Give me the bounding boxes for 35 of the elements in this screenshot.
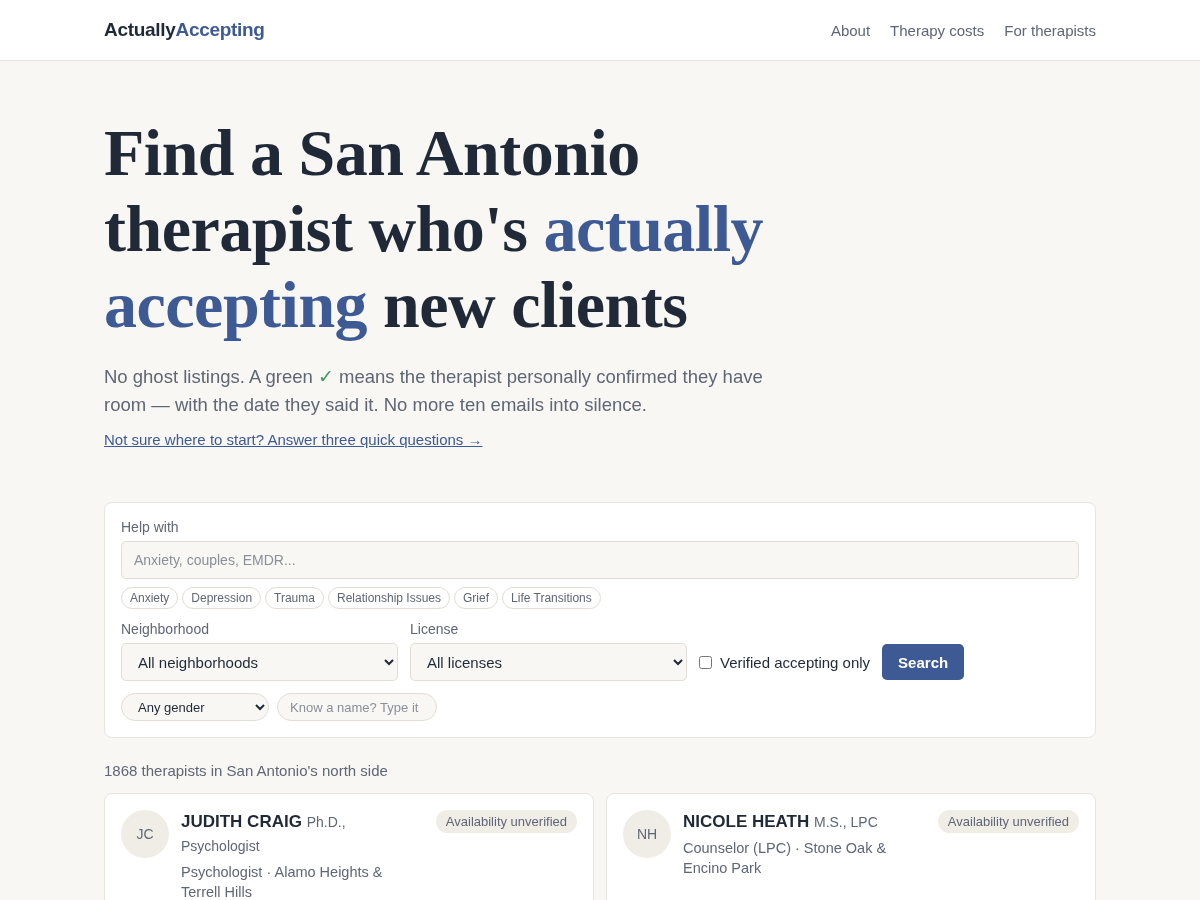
topic-chip[interactable]: Anxiety xyxy=(121,587,179,609)
topic-chip[interactable]: Grief xyxy=(454,587,499,609)
site-logo[interactable]: ActuallyAccepting xyxy=(104,19,265,41)
therapist-card[interactable]: NH NICOLE HEATH M.S., LPC Counselor (LPC) · Stone Oak & Encino Park Availability unverified xyxy=(606,793,1096,900)
field-label: License xyxy=(410,621,460,637)
search-button[interactable]: Search xyxy=(882,644,965,680)
dropdown[interactable]: All neighborhoods xyxy=(121,643,398,681)
topic-chip[interactable]: Depression xyxy=(182,587,262,609)
avatar-initials: JC xyxy=(121,810,169,858)
hero-heading: Find a San Antonio therapist who's actually accepting new clients xyxy=(104,115,765,343)
field-label: Neighborhood xyxy=(121,621,210,637)
nav-link[interactable]: For therapists xyxy=(1004,21,1096,39)
quiz-link[interactable]: Not sure where to start? Answer three quick questions → xyxy=(104,431,483,448)
therapist-details: Psychologist · Alamo Heights & Terrell Hills xyxy=(181,863,384,900)
intro-paragraph: No ghost listings. A green ✓ means the therapist personally confirmed they have room — with the date they said it. No more ten emails into silence. xyxy=(104,365,764,417)
dropdown[interactable]: All licenses xyxy=(410,643,687,681)
nav-link[interactable]: Therapy costs xyxy=(890,21,985,39)
availability-badge: Availability unverified xyxy=(435,810,577,833)
therapist-details: Counselor (LPC) · Stone Oak & Encino Park xyxy=(683,839,888,878)
help-field[interactable]: Anxiety, couples, EMDR... xyxy=(121,541,1079,579)
gender-dropdown[interactable]: Any gender xyxy=(121,693,269,721)
verified-checkbox[interactable] xyxy=(699,655,712,669)
availability-badge: Availability unverified xyxy=(937,810,1079,833)
nav-link[interactable]: About xyxy=(830,21,871,39)
results-count: 1868 therapists in San Antonio's north side xyxy=(104,762,389,779)
topic-chip[interactable]: Relationship Issues xyxy=(327,587,451,609)
field-label: Help with xyxy=(121,519,180,535)
therapist-name: JUDITH CRAIG Ph.D., Psychologist xyxy=(181,811,347,856)
name-field[interactable]: Know a name? Type it xyxy=(277,693,437,721)
checkbox-label: Verified accepting only xyxy=(720,653,871,671)
topic-chip[interactable]: Life Transitions xyxy=(502,587,601,609)
therapist-name: NICOLE HEATH M.S., LPC xyxy=(683,811,879,833)
therapist-card[interactable]: JC JUDITH CRAIG Ph.D., Psychologist Psychologist · Alamo Heights & Terrell Hills Availability unverified xyxy=(104,793,594,900)
topic-chip[interactable]: Trauma xyxy=(265,587,324,609)
avatar-initials: NH xyxy=(623,810,671,858)
